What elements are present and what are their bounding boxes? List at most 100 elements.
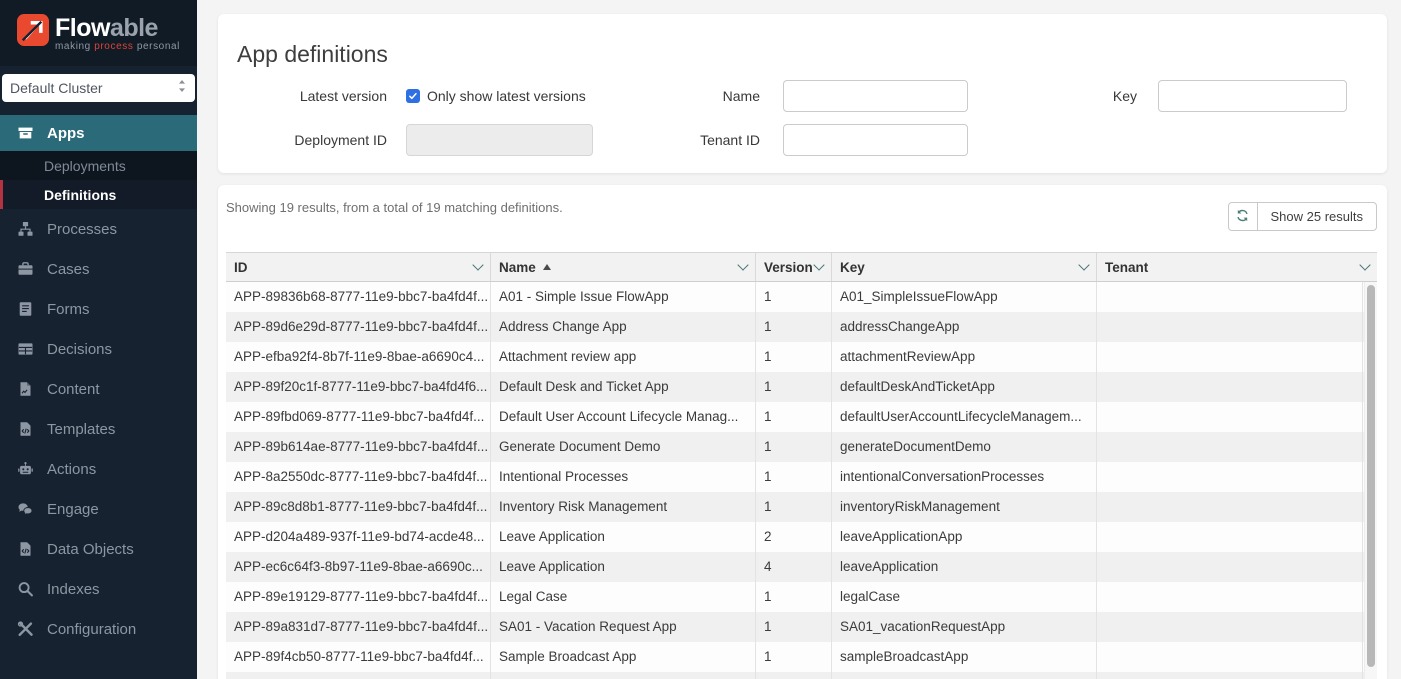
results-actions: Show 25 results [1228, 202, 1378, 231]
cell-tenant [1097, 402, 1363, 432]
main-content: App definitions Latest version Only show… [197, 0, 1401, 679]
cell-id: APP-89f4cb50-8777-11e9-bbc7-ba4fd4f... [226, 642, 491, 672]
cell-name [491, 672, 756, 679]
cell-name: Intentional Processes [491, 462, 756, 492]
table-row[interactable]: APP-89f4cb50-8777-11e9-bbc7-ba4fd4f...Sa… [226, 642, 1377, 672]
sidebar-item-label: Forms [47, 301, 90, 318]
column-header-tenant[interactable]: Tenant [1097, 253, 1377, 281]
sidebar-item-label: Data Objects [47, 541, 134, 558]
cell-key: generateDocumentDemo [832, 432, 1097, 462]
cell-tenant [1097, 282, 1363, 312]
cell-key: addressChangeApp [832, 312, 1097, 342]
sidebar-item-label: Apps [47, 125, 85, 142]
latest-versions-checkbox[interactable]: Only show latest versions [406, 80, 586, 112]
sidebar-item-cases[interactable]: Cases [0, 249, 197, 289]
flowable-admin-app: Flowable making process personal Default… [0, 0, 1401, 679]
cell-id [226, 672, 491, 679]
cell-key: A01_SimpleIssueFlowApp [832, 282, 1097, 312]
cell-tenant [1097, 672, 1363, 679]
table-row[interactable]: APP-89fbd069-8777-11e9-bbc7-ba4fd4f...De… [226, 402, 1377, 432]
cell-tenant [1097, 582, 1363, 612]
column-header-id[interactable]: ID [226, 253, 491, 281]
refresh-button[interactable] [1228, 202, 1258, 231]
logo-wordmark: Flowable [55, 15, 180, 41]
sidebar-item-content[interactable]: Content [0, 369, 197, 409]
sidebar-item-label: Decisions [47, 341, 112, 358]
cell-name: Sample Broadcast App [491, 642, 756, 672]
chevron-down-icon[interactable] [1359, 259, 1370, 270]
key-label: Key [968, 80, 1137, 112]
sidebar-item-forms[interactable]: Forms [0, 289, 197, 329]
sidebar-item-indexes[interactable]: Indexes [0, 569, 197, 609]
cell-version: 1 [756, 642, 832, 672]
key-input[interactable] [1158, 80, 1347, 112]
cell-tenant [1097, 642, 1363, 672]
checkbox-label: Only show latest versions [427, 88, 586, 104]
cell-version: 1 [756, 402, 832, 432]
tenant-id-input[interactable] [783, 124, 968, 156]
chevron-down-icon[interactable] [1078, 259, 1089, 270]
table-row[interactable]: APP-89836b68-8777-11e9-bbc7-ba4fd4f... A0… [226, 282, 1377, 312]
table-row[interactable]: APP-89e19129-8777-11e9-bbc7-ba4fd4f...Le… [226, 582, 1377, 612]
configuration-icon [16, 621, 34, 638]
sidebar: Flowable making process personal Default… [0, 0, 197, 679]
table-row[interactable]: APP-89c8d8b1-8777-11e9-bbc7-ba4fd4f...In… [226, 492, 1377, 522]
table-row[interactable]: APP-89d6e29d-8777-11e9-bbc7-ba4fd4f...Ad… [226, 312, 1377, 342]
cell-key: attachmentReviewApp [832, 342, 1097, 372]
column-header-name[interactable]: Name [491, 253, 756, 281]
table-body: APP-89836b68-8777-11e9-bbc7-ba4fd4f... A0… [226, 282, 1377, 679]
data-objects-icon [16, 541, 34, 558]
table-row[interactable]: APP-efba92f4-8b7f-11e9-8bae-a6690c4...At… [226, 342, 1377, 372]
cell-tenant [1097, 522, 1363, 552]
cell-name: Default Desk and Ticket App [491, 372, 756, 402]
cell-id: APP-89f20c1f-8777-11e9-bbc7-ba4fd4f6... [226, 372, 491, 402]
scrollbar-thumb[interactable] [1367, 285, 1375, 667]
sidebar-subitem-definitions[interactable]: Definitions [0, 180, 197, 209]
sidebar-subitem-deployments[interactable]: Deployments [0, 151, 197, 180]
sidebar-item-label: Cases [47, 261, 90, 278]
name-input[interactable] [783, 80, 968, 112]
cell-tenant [1097, 342, 1363, 372]
table-row[interactable]: APP-89a831d7-8777-11e9-bbc7-ba4fd4f... SA… [226, 612, 1377, 642]
cell-tenant [1097, 612, 1363, 642]
sort-asc-icon [543, 264, 551, 270]
cell-name: Generate Document Demo [491, 432, 756, 462]
column-header-key[interactable]: Key [832, 253, 1097, 281]
sidebar-item-label: Configuration [47, 621, 136, 638]
sidebar-item-engage[interactable]: Engage [0, 489, 197, 529]
column-header-version[interactable]: Version [756, 253, 832, 281]
sidebar-item-label: Templates [47, 421, 115, 438]
show-results-button[interactable]: Show 25 results [1257, 202, 1378, 231]
sidebar-item-configuration[interactable]: Configuration [0, 609, 197, 649]
templates-icon [16, 421, 34, 438]
results-summary: Showing 19 results, from a total of 19 m… [226, 200, 563, 215]
table-row[interactable]: APP-d204a489-937f-11e9-bd74-acde48...Lea… [226, 522, 1377, 552]
cell-key: inventoryRiskManagement [832, 492, 1097, 522]
cell-key: leaveApplication [832, 552, 1097, 582]
cell-id: APP-89836b68-8777-11e9-bbc7-ba4fd4f... [226, 282, 491, 312]
table-row[interactable]: APP-89f20c1f-8777-11e9-bbc7-ba4fd4f6...D… [226, 372, 1377, 402]
cases-icon [16, 261, 34, 278]
cell-id: APP-89a831d7-8777-11e9-bbc7-ba4fd4f... [226, 612, 491, 642]
cell-key: SA01_vacationRequestApp [832, 612, 1097, 642]
cell-version: 1 [756, 282, 832, 312]
sidebar-item-templates[interactable]: Templates [0, 409, 197, 449]
sidebar-item-label: Actions [47, 461, 96, 478]
chevron-down-icon[interactable] [737, 259, 748, 270]
table-row[interactable]: APP-ec6c64f3-8b97-11e9-8bae-a6690c...Lea… [226, 552, 1377, 582]
cell-key: defaultUserAccountLifecycleManagem... [832, 402, 1097, 432]
table-row[interactable]: APP-8a2550dc-8777-11e9-bbc7-ba4fd4f...In… [226, 462, 1377, 492]
definitions-table: ID Name Version Key [226, 252, 1377, 679]
table-row[interactable]: APP-89b614ae-8777-11e9-bbc7-ba4fd4f...Ge… [226, 432, 1377, 462]
sidebar-item-decisions[interactable]: Decisions [0, 329, 197, 369]
cell-key: leaveApplicationApp [832, 522, 1097, 552]
chevron-down-icon[interactable] [472, 259, 483, 270]
cell-tenant [1097, 462, 1363, 492]
chevron-down-icon[interactable] [813, 259, 824, 270]
sidebar-item-actions[interactable]: Actions [0, 449, 197, 489]
cell-key: sampleBroadcastApp [832, 642, 1097, 672]
sidebar-item-data-objects[interactable]: Data Objects [0, 529, 197, 569]
cluster-select[interactable]: Default Cluster [2, 74, 195, 102]
sidebar-item-processes[interactable]: Processes [0, 209, 197, 249]
sidebar-item-apps[interactable]: Apps [0, 115, 197, 151]
